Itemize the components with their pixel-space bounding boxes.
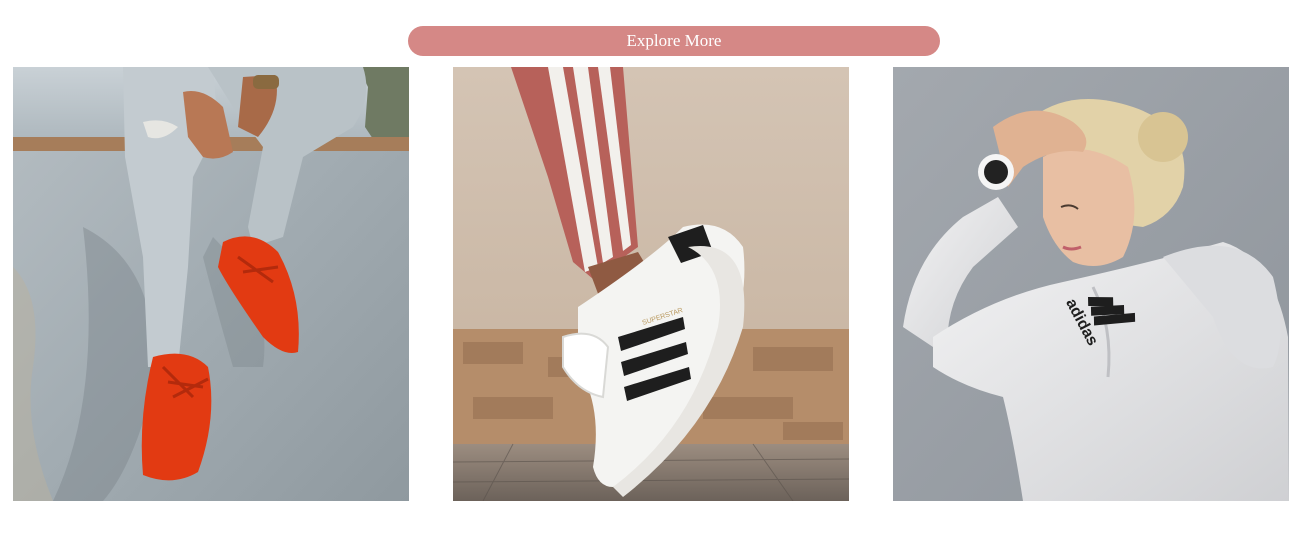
photo-icon: adidas xyxy=(893,67,1289,501)
explore-more-button[interactable]: Explore More xyxy=(408,26,940,56)
superstar-sneaker-photo[interactable]: SUPERSTAR xyxy=(453,67,849,501)
red-sneakers-jeans-photo[interactable] xyxy=(13,67,409,501)
photo-icon xyxy=(13,67,409,501)
photo-icon: SUPERSTAR xyxy=(453,67,849,501)
adidas-hoodie-photo[interactable]: adidas xyxy=(893,67,1289,501)
